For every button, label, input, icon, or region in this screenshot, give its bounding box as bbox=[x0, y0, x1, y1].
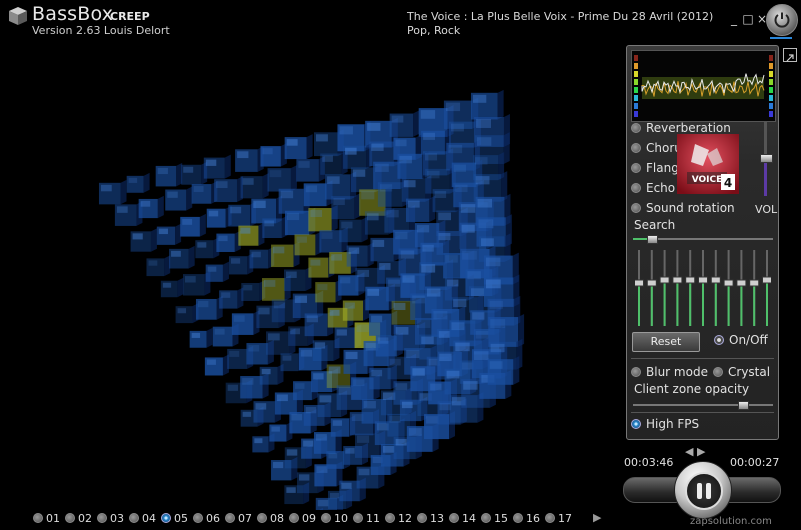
remaining-time: 00:00:27 bbox=[730, 456, 780, 469]
track-item[interactable]: 07 bbox=[225, 510, 252, 526]
track-nav-arrows[interactable]: ◀ ▶ bbox=[685, 445, 705, 458]
volume-label: VOL bbox=[755, 203, 778, 216]
radio-icon bbox=[631, 123, 641, 133]
track-item[interactable]: 04 bbox=[129, 510, 156, 526]
eq-band-knob[interactable] bbox=[685, 276, 696, 284]
next-page-icon[interactable]: ▶ bbox=[593, 511, 601, 524]
divider bbox=[631, 412, 774, 413]
track-item[interactable]: 10 bbox=[321, 510, 348, 526]
eq-reset-button[interactable]: Reset bbox=[632, 332, 700, 352]
radio-icon bbox=[714, 335, 724, 345]
minimize-button[interactable]: _ bbox=[727, 12, 741, 26]
track-item[interactable]: 02 bbox=[65, 510, 92, 526]
radio-icon bbox=[631, 143, 641, 153]
effect-echo[interactable]: Echo bbox=[631, 180, 675, 196]
track-list: 01 02 03 04 05 06 07 08 09 10 11 12 13 14 15 16 17 bbox=[33, 510, 577, 526]
radio-icon bbox=[257, 513, 267, 523]
crystal-toggle[interactable]: Crystal bbox=[713, 364, 770, 380]
opacity-knob[interactable] bbox=[738, 401, 749, 410]
radio-icon bbox=[97, 513, 107, 523]
spectrum-analyzer bbox=[631, 50, 776, 122]
skin-name: CREEP bbox=[110, 10, 150, 23]
eq-band-knob[interactable] bbox=[710, 276, 721, 284]
eq-band-knob[interactable] bbox=[635, 279, 644, 287]
radio-icon bbox=[353, 513, 363, 523]
radio-icon bbox=[481, 513, 491, 523]
opacity-slider[interactable] bbox=[633, 404, 773, 406]
radio-icon bbox=[161, 513, 171, 523]
radio-icon bbox=[417, 513, 427, 523]
radio-icon bbox=[33, 513, 43, 523]
radio-icon bbox=[65, 513, 75, 523]
elapsed-time: 00:03:46 bbox=[624, 456, 674, 469]
eq-onoff-toggle[interactable]: On/Off bbox=[714, 333, 768, 347]
track-item[interactable]: 12 bbox=[385, 510, 412, 526]
now-playing-title: The Voice : La Plus Belle Voix - Prime D… bbox=[407, 10, 714, 23]
radio-icon bbox=[631, 183, 641, 193]
opacity-label: Client zone opacity bbox=[634, 382, 750, 396]
track-item[interactable]: 17 bbox=[545, 510, 572, 526]
eq-band-knob[interactable] bbox=[723, 279, 734, 287]
power-indicator bbox=[770, 37, 792, 39]
radio-icon bbox=[449, 513, 459, 523]
equalizer[interactable] bbox=[635, 248, 771, 328]
track-item[interactable]: 15 bbox=[481, 510, 508, 526]
svg-text:4: 4 bbox=[724, 176, 732, 190]
eq-band-knob[interactable] bbox=[749, 279, 760, 287]
track-item[interactable]: 06 bbox=[193, 510, 220, 526]
radio-icon bbox=[193, 513, 203, 523]
track-item[interactable]: 16 bbox=[513, 510, 540, 526]
eq-band-knob[interactable] bbox=[762, 276, 772, 284]
radio-icon bbox=[631, 203, 641, 213]
eq-band-knob[interactable] bbox=[659, 276, 670, 284]
track-item[interactable]: 13 bbox=[417, 510, 444, 526]
track-item[interactable]: 03 bbox=[97, 510, 124, 526]
bassbox-window: BassBox CREEP Version 2.63 Louis Delort … bbox=[0, 0, 801, 530]
radio-icon bbox=[713, 367, 723, 377]
cube-visualization bbox=[98, 89, 525, 510]
now-playing-genre: Pop, Rock bbox=[407, 24, 461, 37]
radio-icon bbox=[545, 513, 555, 523]
album-art: VOICE 4 bbox=[677, 134, 739, 194]
radio-icon bbox=[385, 513, 395, 523]
track-item[interactable]: 05 bbox=[161, 510, 188, 526]
app-title: BassBox bbox=[32, 3, 114, 25]
track-item[interactable]: 01 bbox=[33, 510, 60, 526]
search-knob[interactable] bbox=[647, 235, 658, 244]
power-icon bbox=[774, 12, 790, 28]
radio-icon bbox=[631, 163, 641, 173]
track-item[interactable]: 14 bbox=[449, 510, 476, 526]
effect-sound-rotation[interactable]: Sound rotation bbox=[631, 200, 735, 216]
pause-button[interactable] bbox=[674, 461, 732, 519]
radio-icon bbox=[129, 513, 139, 523]
divider bbox=[631, 358, 774, 359]
radio-icon bbox=[289, 513, 299, 523]
track-item[interactable]: 09 bbox=[289, 510, 316, 526]
pause-icon bbox=[697, 483, 711, 499]
search-label: Search bbox=[634, 218, 676, 232]
expand-icon[interactable] bbox=[783, 48, 797, 62]
radio-icon bbox=[631, 419, 641, 429]
eq-band-knob[interactable] bbox=[736, 279, 747, 287]
eq-band-knob[interactable] bbox=[646, 279, 657, 287]
blur-mode-toggle[interactable]: Blur mode bbox=[631, 364, 708, 380]
track-item[interactable]: 11 bbox=[353, 510, 380, 526]
eq-band-knob[interactable] bbox=[698, 276, 708, 284]
high-fps-toggle[interactable]: High FPS bbox=[631, 416, 699, 432]
maximize-button[interactable]: □ bbox=[741, 12, 755, 26]
radio-icon bbox=[225, 513, 235, 523]
eq-band-knob[interactable] bbox=[672, 276, 683, 284]
bassbox-logo-icon bbox=[8, 6, 28, 26]
radio-icon bbox=[631, 367, 641, 377]
track-item[interactable]: 08 bbox=[257, 510, 284, 526]
radio-icon bbox=[321, 513, 331, 523]
svg-text:VOICE: VOICE bbox=[692, 175, 723, 185]
radio-icon bbox=[513, 513, 523, 523]
power-button[interactable] bbox=[766, 4, 798, 36]
website-label: zapsolution.com bbox=[690, 516, 772, 527]
app-version: Version 2.63 Louis Delort bbox=[32, 24, 170, 37]
volume-knob[interactable] bbox=[760, 154, 773, 163]
control-panel: Reverberation Chorus Flanger Echo Sound … bbox=[626, 45, 779, 440]
